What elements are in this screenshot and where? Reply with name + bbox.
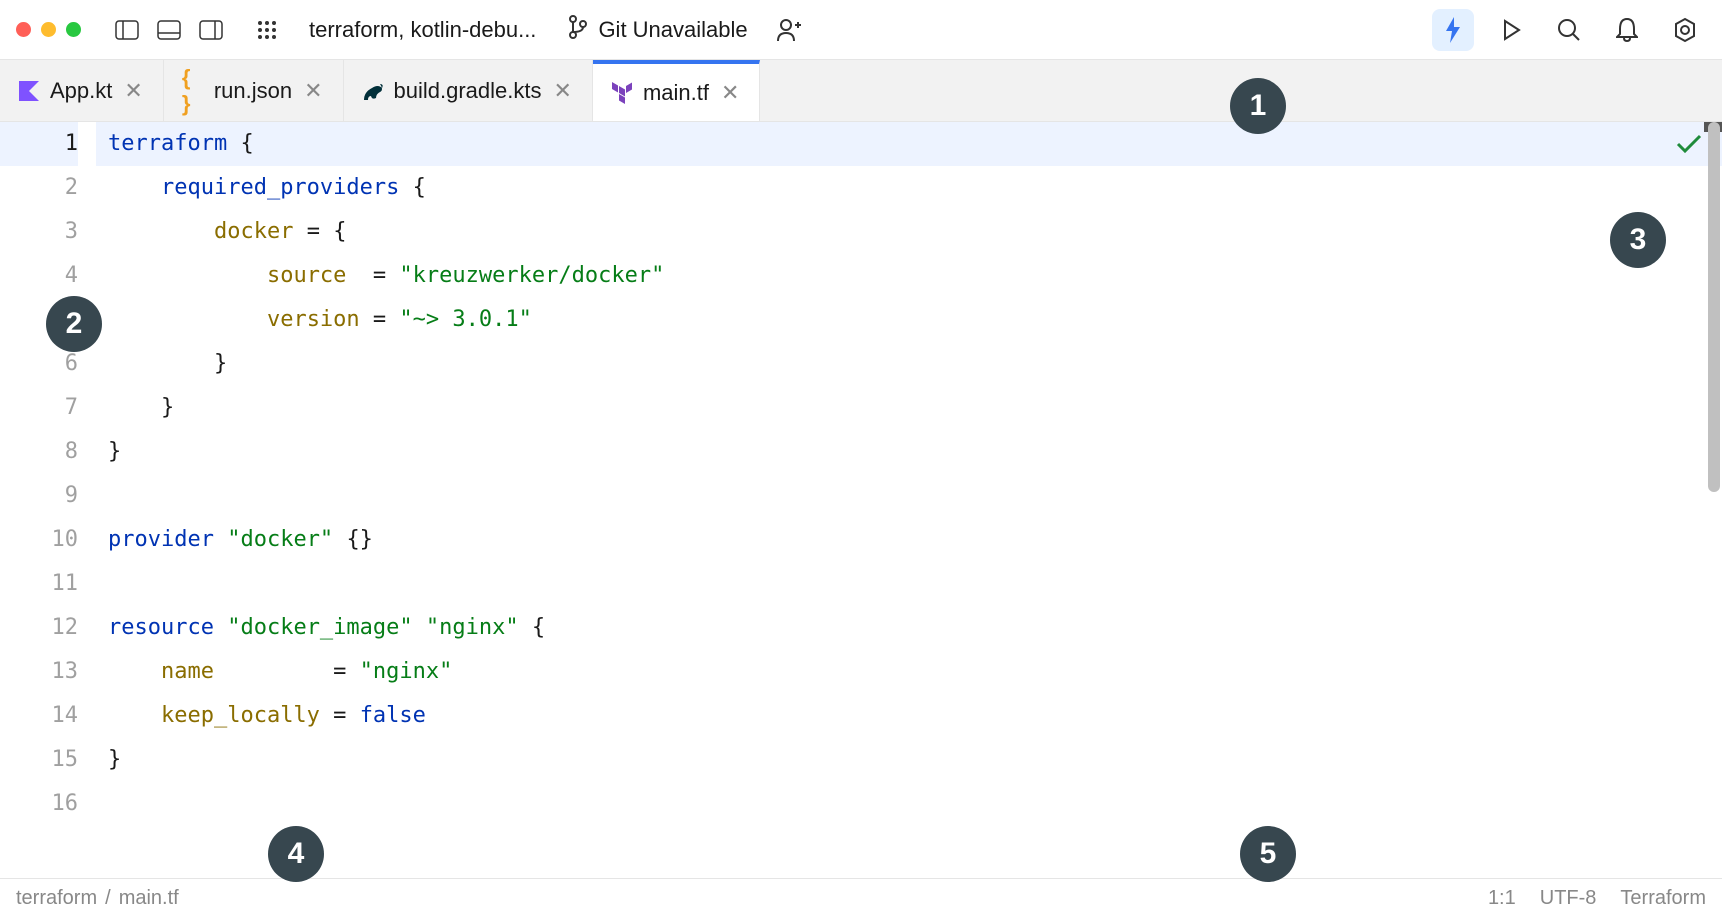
tab-main-tf[interactable]: main.tf ✕ [593, 60, 760, 121]
search-button[interactable] [1548, 9, 1590, 51]
line-number[interactable]: 14 [0, 694, 78, 738]
kotlin-file-icon [18, 80, 40, 102]
code-line[interactable]: version = "~> 3.0.1" [96, 298, 1722, 342]
close-tab-button[interactable]: ✕ [122, 76, 144, 106]
code-line[interactable]: resource "docker_image" "nginx" { [96, 606, 1722, 650]
line-number[interactable]: 5 [0, 298, 78, 342]
terraform-file-icon [611, 82, 633, 104]
code-line[interactable] [96, 782, 1722, 826]
file-encoding[interactable]: UTF-8 [1540, 887, 1597, 910]
close-window-button[interactable] [16, 22, 31, 37]
cursor-position[interactable]: 1:1 [1488, 887, 1516, 910]
branch-icon [568, 15, 588, 45]
add-collaborator-button[interactable] [776, 18, 802, 42]
code-line[interactable] [96, 474, 1722, 518]
notifications-button[interactable] [1606, 9, 1648, 51]
code-line[interactable]: } [96, 430, 1722, 474]
code-line[interactable]: terraform { [96, 122, 1722, 166]
breadcrumb-separator: / [105, 887, 111, 910]
tab-label: main.tf [643, 80, 709, 106]
code-line[interactable]: name = "nginx" [96, 650, 1722, 694]
minimize-window-button[interactable] [41, 22, 56, 37]
git-status-text: Git Unavailable [598, 17, 747, 43]
line-number[interactable]: 4 [0, 254, 78, 298]
file-language[interactable]: Terraform [1620, 887, 1706, 910]
line-number[interactable]: 11 [0, 562, 78, 606]
code-line[interactable]: } [96, 386, 1722, 430]
line-number[interactable]: 10 [0, 518, 78, 562]
tab-build-gradle[interactable]: build.gradle.kts ✕ [344, 60, 593, 121]
code-line[interactable]: source = "kreuzwerker/docker" [96, 254, 1722, 298]
statusbar: terraform / main.tf 1:1 UTF-8 Terraform [0, 878, 1722, 918]
project-title[interactable]: terraform, kotlin-debu... [309, 17, 536, 43]
line-number[interactable]: 6 [0, 342, 78, 386]
ai-assist-button[interactable] [1432, 9, 1474, 51]
code-line[interactable]: provider "docker" {} [96, 518, 1722, 562]
line-number[interactable]: 3 [0, 210, 78, 254]
git-status[interactable]: Git Unavailable [568, 15, 747, 45]
vertical-scrollbar[interactable] [1708, 122, 1720, 492]
code-line[interactable]: } [96, 738, 1722, 782]
settings-button[interactable] [1664, 9, 1706, 51]
code-line[interactable]: required_providers { [96, 166, 1722, 210]
line-number[interactable]: 16 [0, 782, 78, 826]
code-line[interactable]: } [96, 342, 1722, 386]
line-number[interactable]: 1 [0, 122, 78, 166]
tab-app-kt[interactable]: App.kt ✕ [0, 60, 164, 121]
close-tab-button[interactable]: ✕ [552, 76, 574, 106]
tab-label: build.gradle.kts [394, 78, 542, 104]
tab-label: run.json [214, 78, 292, 104]
maximize-window-button[interactable] [66, 22, 81, 37]
run-button[interactable] [1490, 9, 1532, 51]
titlebar-actions [1432, 9, 1706, 51]
close-tab-button[interactable]: ✕ [719, 78, 741, 108]
close-tab-button[interactable]: ✕ [302, 76, 324, 106]
inspection-ok-icon[interactable] [1676, 134, 1702, 159]
window-controls [16, 22, 81, 37]
gradle-file-icon [362, 80, 384, 102]
toggle-right-panel-button[interactable] [193, 15, 229, 45]
line-number-gutter[interactable]: 1 2 3 4 5 6 7 8 9 10 11 12 13 14 15 16 [0, 122, 96, 878]
line-number[interactable]: 12 [0, 606, 78, 650]
titlebar: terraform, kotlin-debu... Git Unavailabl… [0, 0, 1722, 60]
tab-label: App.kt [50, 78, 112, 104]
code-editor[interactable]: terraform { required_providers { docker … [96, 122, 1722, 878]
tab-run-json[interactable]: { } run.json ✕ [164, 60, 344, 121]
line-number[interactable]: 2 [0, 166, 78, 210]
breadcrumb[interactable]: terraform / main.tf [16, 887, 179, 910]
line-number[interactable]: 8 [0, 430, 78, 474]
line-number[interactable]: 9 [0, 474, 78, 518]
editor-tabs: App.kt ✕ { } run.json ✕ build.gradle.kts… [0, 60, 1722, 122]
line-number[interactable]: 15 [0, 738, 78, 782]
statusbar-right: 1:1 UTF-8 Terraform [1488, 887, 1706, 910]
code-line[interactable] [96, 562, 1722, 606]
apps-menu-button[interactable] [249, 15, 285, 45]
toggle-left-panel-button[interactable] [109, 15, 145, 45]
code-line[interactable]: keep_locally = false [96, 694, 1722, 738]
line-number[interactable]: 7 [0, 386, 78, 430]
json-file-icon: { } [182, 80, 204, 102]
layout-toggles [109, 15, 229, 45]
toggle-bottom-panel-button[interactable] [151, 15, 187, 45]
line-number[interactable]: 13 [0, 650, 78, 694]
code-line[interactable]: docker = { [96, 210, 1722, 254]
editor-container: 1 2 3 4 5 6 7 8 9 10 11 12 13 14 15 16 t… [0, 122, 1722, 878]
breadcrumb-segment[interactable]: main.tf [119, 887, 179, 910]
breadcrumb-segment[interactable]: terraform [16, 887, 97, 910]
